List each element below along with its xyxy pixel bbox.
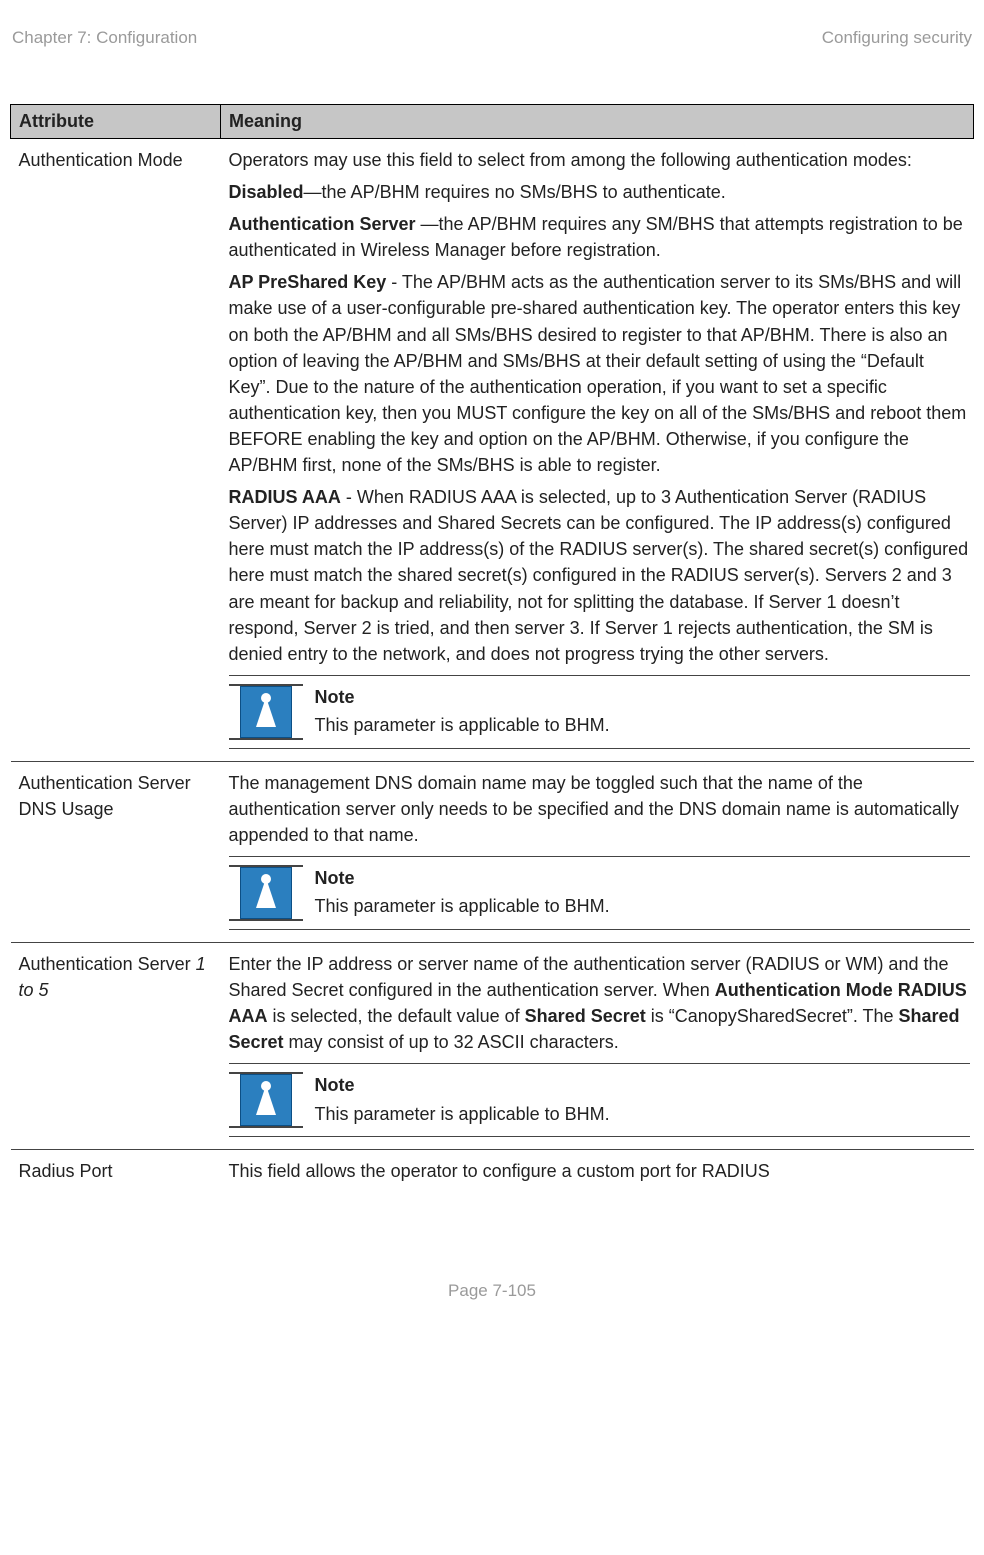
- note-box: Note This parameter is applicable to BHM…: [229, 856, 970, 930]
- body-text: The management DNS domain name may be to…: [229, 770, 970, 848]
- attr-cell: Authentication Mode: [11, 139, 221, 762]
- table-row: Authentication Mode Operators may use th…: [11, 139, 974, 762]
- table-row: Authentication Server DNS Usage The mana…: [11, 761, 974, 942]
- meaning-cell: The management DNS domain name may be to…: [221, 761, 974, 942]
- text-span: is “CanopySharedSecret”. The: [646, 1006, 899, 1026]
- note-title: Note: [315, 865, 970, 891]
- note-title: Note: [315, 1072, 970, 1098]
- note-text: Note This parameter is applicable to BHM…: [315, 865, 970, 921]
- note-body: This parameter is applicable to BHM.: [315, 893, 970, 919]
- mode-presharedkey: AP PreShared Key - The AP/BHM acts as th…: [229, 269, 970, 478]
- header-section: Configuring security: [822, 28, 972, 48]
- note-icon-cell: [229, 1072, 303, 1128]
- meaning-cell: This field allows the operator to config…: [221, 1150, 974, 1197]
- note-box: Note This parameter is applicable to BHM…: [229, 675, 970, 749]
- meaning-cell: Enter the IP address or server name of t…: [221, 943, 974, 1150]
- attr-cell: Authentication Server DNS Usage: [11, 761, 221, 942]
- note-body: This parameter is applicable to BHM.: [315, 712, 970, 738]
- note-text: Note This parameter is applicable to BHM…: [315, 684, 970, 740]
- attribute-table: Attribute Meaning Authentication Mode Op…: [10, 104, 974, 1197]
- tower-icon: [240, 867, 292, 919]
- meaning-cell: Operators may use this field to select f…: [221, 139, 974, 762]
- table-row: Authentication Server 1 to 5 Enter the I…: [11, 943, 974, 1150]
- bold-text: Disabled: [229, 182, 304, 202]
- attr-cell: Radius Port: [11, 1150, 221, 1197]
- text-span: may consist of up to 32 ASCII characters…: [284, 1032, 619, 1052]
- attr-cell: Authentication Server 1 to 5: [11, 943, 221, 1150]
- mode-authserver: Authentication Server —the AP/BHM requir…: [229, 211, 970, 263]
- note-title: Note: [315, 684, 970, 710]
- col-attribute: Attribute: [11, 105, 221, 139]
- intro-text: Operators may use this field to select f…: [229, 147, 970, 173]
- body-text: —the AP/BHM requires no SMs/BHS to authe…: [304, 182, 726, 202]
- header-chapter: Chapter 7: Configuration: [12, 28, 197, 48]
- note-icon-cell: [229, 865, 303, 921]
- body-text: - The AP/BHM acts as the authentication …: [229, 272, 967, 475]
- table-row: Radius Port This field allows the operat…: [11, 1150, 974, 1197]
- mode-disabled: Disabled—the AP/BHM requires no SMs/BHS …: [229, 179, 970, 205]
- col-meaning: Meaning: [221, 105, 974, 139]
- body-text: - When RADIUS AAA is selected, up to 3 A…: [229, 487, 969, 664]
- tower-icon: [240, 1074, 292, 1126]
- table-header-row: Attribute Meaning: [11, 105, 974, 139]
- note-icon-cell: [229, 684, 303, 740]
- tower-icon: [240, 686, 292, 738]
- mode-radiusaaa: RADIUS AAA - When RADIUS AAA is selected…: [229, 484, 970, 667]
- body-text: Enter the IP address or server name of t…: [229, 951, 970, 1055]
- attr-text: Authentication Server: [19, 954, 196, 974]
- bold-text: Shared Secret: [525, 1006, 646, 1026]
- text-span: is selected, the default value of: [268, 1006, 525, 1026]
- page-footer: Page 7-105: [10, 1281, 974, 1301]
- bold-text: AP PreShared Key: [229, 272, 387, 292]
- note-text: Note This parameter is applicable to BHM…: [315, 1072, 970, 1128]
- note-body: This parameter is applicable to BHM.: [315, 1101, 970, 1127]
- page-header: Chapter 7: Configuration Configuring sec…: [12, 28, 972, 48]
- body-text: This field allows the operator to config…: [229, 1158, 970, 1184]
- note-box: Note This parameter is applicable to BHM…: [229, 1063, 970, 1137]
- bold-text: RADIUS AAA: [229, 487, 341, 507]
- bold-text: Authentication Server: [229, 214, 421, 234]
